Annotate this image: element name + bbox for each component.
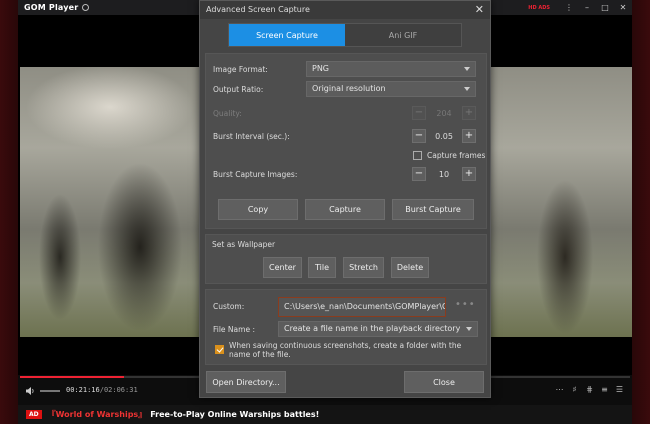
burst-images-value[interactable]: 10	[426, 170, 462, 179]
quality-label: Quality:	[213, 109, 242, 118]
more-icon[interactable]: ⋮	[560, 3, 578, 12]
quality-value: 204	[436, 108, 452, 118]
burst-interval-decrement-button[interactable]: −	[412, 129, 426, 143]
burst-images-label: Burst Capture Images:	[213, 170, 298, 179]
chevron-down-icon	[464, 67, 470, 71]
wallpaper-tile-button[interactable]: Tile	[308, 257, 336, 278]
ad-text[interactable]: 『World of Warships』 Free-to-Play Online W…	[48, 409, 320, 420]
file-name-value: Create a file name in the playback direc…	[284, 324, 461, 333]
close-button[interactable]: Close	[404, 371, 484, 393]
capture-frames-label[interactable]: Capture frames	[427, 151, 485, 160]
burst-images-decrement-button[interactable]: −	[412, 167, 426, 181]
wallpaper-title: Set as Wallpaper	[212, 240, 276, 249]
tab-ani-gif[interactable]: Ani GIF	[345, 24, 461, 46]
image-format-label: Image Format:	[213, 65, 268, 74]
volume-slider[interactable]	[40, 390, 60, 392]
chevron-down-icon	[466, 327, 472, 331]
copy-button[interactable]: Copy	[218, 199, 298, 220]
burst-capture-button[interactable]: Burst Capture	[392, 199, 474, 220]
close-icon[interactable]: ✕	[614, 3, 632, 12]
image-format-value: PNG	[312, 64, 330, 73]
window-controls: HD ADS ⋮ – □ ✕	[528, 0, 632, 15]
tab-screen-capture[interactable]: Screen Capture	[229, 24, 345, 46]
gom-player-logo: GOM Player	[24, 3, 79, 12]
burst-images-increment-button[interactable]: +	[462, 167, 476, 181]
dialog-titlebar: Advanced Screen Capture ✕	[200, 1, 490, 19]
wallpaper-delete-button[interactable]: Delete	[391, 257, 429, 278]
ad-game-name: 『World of Warships』	[47, 410, 147, 419]
time-display: 00:21:16/02:06:31	[66, 386, 138, 394]
wallpaper-stretch-button[interactable]: Stretch	[343, 257, 384, 278]
custom-path-label: Custom:	[213, 302, 245, 311]
custom-path-input[interactable]: C:\Users\e_nan\Documents\GOMPlayer\Captu…	[278, 297, 446, 317]
chevron-down-icon	[464, 87, 470, 91]
browse-more-button[interactable]: •••	[455, 299, 476, 310]
save-options-panel: Custom: C:\Users\e_nan\Documents\GOMPlay…	[205, 289, 487, 365]
capture-button[interactable]: Capture	[305, 199, 385, 220]
seek-progress	[20, 376, 124, 378]
output-ratio-select[interactable]: Original resolution	[306, 81, 476, 97]
quality-decrement-button: −	[412, 106, 426, 120]
ad-slogan: Free-to-Play Online Warships battles!	[150, 410, 320, 419]
control-icons: ⋯ ♯ ⋕ ≡ ☰	[555, 385, 624, 394]
file-name-label: File Name :	[213, 325, 255, 334]
wallpaper-center-button[interactable]: Center	[263, 257, 302, 278]
volume-icon[interactable]	[26, 387, 35, 395]
ad-badge: AD	[26, 410, 42, 419]
settings-dots-icon[interactable]: ⋯	[555, 385, 564, 394]
list-icon[interactable]: ≡	[600, 385, 609, 394]
create-folder-checkbox[interactable]	[215, 345, 224, 354]
current-time: 00:21:16	[66, 386, 100, 394]
image-format-select[interactable]: PNG	[306, 61, 476, 77]
open-directory-button[interactable]: Open Directory...	[206, 371, 286, 393]
dialog-title: Advanced Screen Capture	[206, 5, 310, 14]
output-ratio-value: Original resolution	[312, 84, 386, 93]
playlist-icon[interactable]: ☰	[615, 385, 624, 394]
minimize-icon[interactable]: –	[578, 3, 596, 12]
capture-tabs: Screen Capture Ani GIF	[228, 23, 462, 47]
hd-ads-badge: HD ADS	[528, 4, 550, 11]
burst-interval-increment-button[interactable]: +	[462, 129, 476, 143]
advanced-screen-capture-dialog: Advanced Screen Capture ✕ Screen Capture…	[199, 0, 491, 398]
equalizer2-icon[interactable]: ⋕	[585, 385, 594, 394]
capture-frames-checkbox[interactable]	[413, 151, 422, 160]
equalizer-icon[interactable]: ♯	[570, 385, 579, 394]
burst-interval-value[interactable]: 0.05	[426, 132, 462, 141]
quality-stepper: − 204 +	[412, 105, 476, 121]
close-icon[interactable]: ✕	[475, 3, 484, 16]
total-time: 02:06:31	[103, 386, 138, 394]
burst-interval-stepper[interactable]: − 0.05 +	[412, 128, 476, 144]
gear-icon[interactable]	[82, 4, 90, 11]
capture-settings-panel: Image Format: PNG Output Ratio: Original…	[205, 53, 487, 229]
file-name-select[interactable]: Create a file name in the playback direc…	[278, 321, 478, 337]
ad-banner[interactable]: AD 『World of Warships』 Free-to-Play Onlin…	[18, 405, 632, 424]
quality-increment-button: +	[462, 106, 476, 120]
burst-interval-label: Burst Interval (sec.):	[213, 132, 290, 141]
create-folder-label[interactable]: When saving continuous screenshots, crea…	[229, 341, 484, 359]
burst-images-stepper[interactable]: − 10 +	[412, 166, 476, 182]
wallpaper-panel: Set as Wallpaper Center Tile Stretch Del…	[205, 234, 487, 284]
output-ratio-label: Output Ratio:	[213, 85, 264, 94]
maximize-icon[interactable]: □	[596, 3, 614, 12]
